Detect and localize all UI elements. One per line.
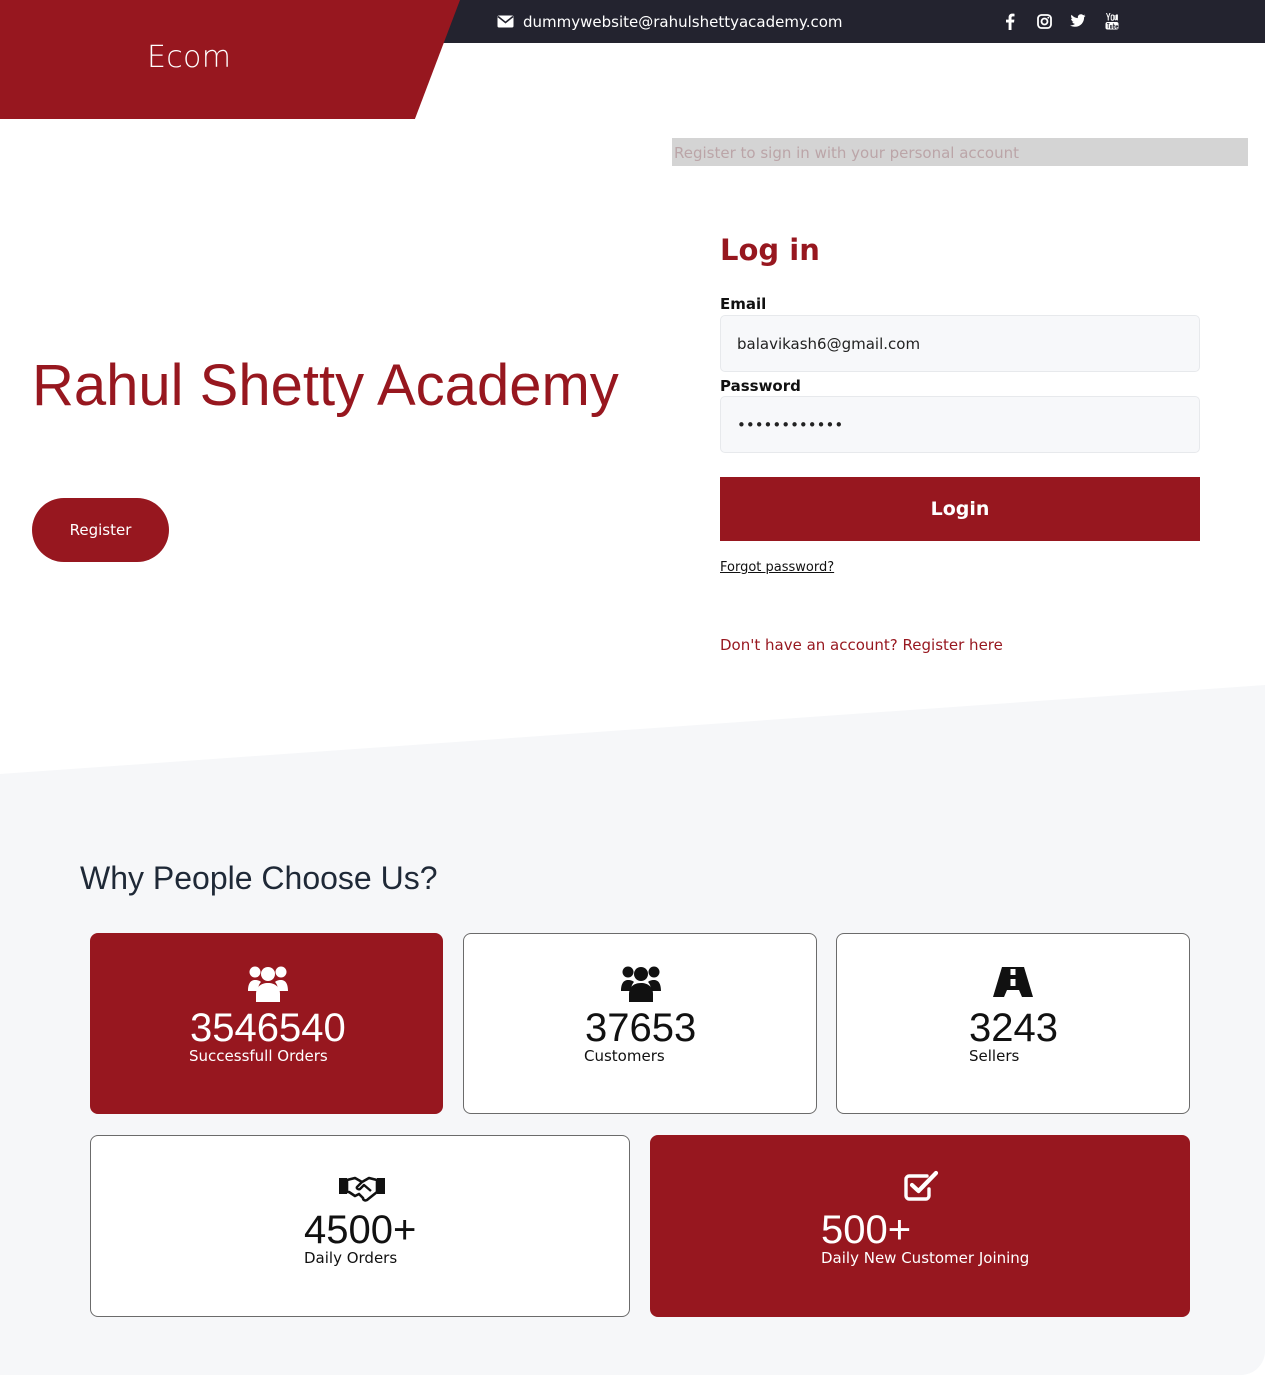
register-banner: Register to sign in with your personal a… — [672, 138, 1248, 166]
stat-card-orders: 3546540 Successfull Orders — [90, 933, 443, 1114]
hero-register-button[interactable]: Register — [32, 498, 169, 562]
stat-card-sellers: 3243 Sellers — [836, 933, 1190, 1114]
social-links — [1002, 12, 1120, 30]
stat-value: 500+ — [821, 1208, 912, 1252]
stat-card-daily-orders: 4500+ Daily Orders — [90, 1135, 630, 1317]
road-icon — [991, 966, 1035, 1006]
stats-title: Why People Choose Us? — [80, 860, 438, 896]
register-here-link[interactable]: Don't have an account? Register here — [720, 636, 1003, 654]
stat-label: Daily Orders — [304, 1249, 398, 1267]
stat-value: 3243 — [969, 1006, 1058, 1050]
stat-label: Customers — [584, 1047, 665, 1065]
facebook-icon[interactable] — [1002, 12, 1018, 30]
brand-logo[interactable]: Ecom — [147, 40, 231, 75]
stat-label: Daily New Customer Joining — [821, 1249, 1030, 1267]
contact-email: dummywebsite@rahulshettyacademy.com — [497, 12, 843, 32]
stat-value: 37653 — [585, 1006, 697, 1050]
handshake-icon — [337, 1174, 387, 1202]
users-icon — [619, 964, 663, 1004]
password-label: Password — [720, 377, 801, 395]
password-field[interactable] — [720, 396, 1200, 453]
stat-card-customers: 37653 Customers — [463, 933, 817, 1114]
contact-email-text: dummywebsite@rahulshettyacademy.com — [523, 13, 843, 31]
hero-title: Rahul Shetty Academy — [32, 353, 619, 418]
email-label: Email — [720, 295, 767, 313]
login-button[interactable]: Login — [720, 477, 1200, 541]
youtube-icon[interactable] — [1104, 12, 1120, 30]
email-field[interactable] — [720, 315, 1200, 372]
stat-value: 4500+ — [304, 1208, 417, 1252]
stat-label: Successfull Orders — [189, 1047, 328, 1065]
login-heading: Log in — [720, 233, 820, 267]
instagram-icon[interactable] — [1036, 12, 1052, 30]
forgot-password-link[interactable]: Forgot password? — [720, 560, 834, 575]
stat-label: Sellers — [969, 1047, 1020, 1065]
twitter-icon[interactable] — [1070, 12, 1086, 30]
users-icon — [246, 964, 290, 1004]
stat-value: 3546540 — [190, 1006, 346, 1050]
stat-card-new-customers: 500+ Daily New Customer Joining — [650, 1135, 1190, 1317]
check-square-icon — [903, 1169, 939, 1202]
envelope-icon — [497, 13, 514, 32]
